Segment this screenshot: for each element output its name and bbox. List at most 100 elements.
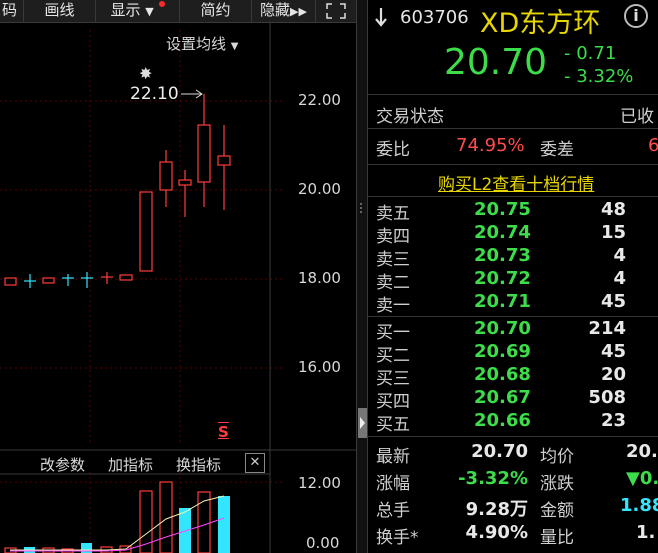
sub-tick-12: 12.00 (298, 474, 341, 492)
stat-value: 20. (626, 441, 658, 462)
l2-upgrade-link[interactable]: 购买L2查看十档行情 (438, 170, 594, 195)
order-price: 20.70 (474, 318, 531, 339)
toolbar-hide-label: 隐藏 (260, 1, 291, 19)
switch-indicator-button[interactable]: 换指标 (176, 454, 221, 475)
order-label: 买四 (376, 392, 410, 412)
notification-dot-icon (158, 1, 165, 7)
stat-label: 换手* (376, 528, 419, 548)
price-change: - 0.71 (564, 43, 617, 64)
price-tick-16: 16.00 (298, 358, 341, 376)
weibi-label: 委比 (376, 140, 410, 160)
weicha-value: 6 (648, 135, 658, 156)
chevron-down-icon: ▼ (230, 41, 239, 52)
stats-row: 换手* 4.90% 量比 1. (368, 522, 658, 549)
stat-label: 涨幅 (376, 474, 410, 494)
add-indicator-button[interactable]: 加指标 (108, 454, 153, 475)
order-price: 20.75 (474, 199, 531, 220)
stat-value: 4.90% (465, 522, 528, 543)
toolbar-item-draw[interactable]: 画线 (24, 0, 96, 22)
order-row[interactable]: 买三 20.68 20 (368, 364, 658, 389)
toolbar-display-label: 显示 (110, 1, 141, 19)
double-chevron-right-icon: ▶▶ (290, 5, 307, 18)
high-star-icon: ✸ (139, 64, 153, 83)
stat-label: 金额 (540, 501, 574, 521)
stat-label: 最新 (376, 447, 410, 467)
toolbar-item-simple[interactable]: 简约 (180, 0, 252, 22)
order-row[interactable]: 买四 20.67 508 (368, 387, 658, 412)
order-label: 卖三 (376, 250, 410, 270)
order-volume: 508 (588, 387, 626, 408)
order-price: 20.72 (474, 268, 531, 289)
sub-tick-0: 0.00 (306, 534, 340, 552)
order-volume: 4 (613, 245, 626, 266)
order-row[interactable]: 卖二 20.72 4 (368, 268, 658, 293)
order-row[interactable]: 卖四 20.74 15 (368, 222, 658, 247)
stat-value: 1. (636, 522, 656, 543)
stat-value: 20.70 (471, 441, 528, 462)
collapse-panel-button[interactable] (358, 408, 367, 438)
order-label: 买三 (376, 369, 410, 389)
order-label: 买五 (376, 415, 410, 435)
trade-status-value: 已收 (620, 107, 654, 127)
order-label: 卖二 (376, 273, 410, 293)
order-row[interactable]: 卖五 20.75 48 (368, 199, 658, 224)
toolbar-item-hide[interactable]: 隐藏▶▶ (252, 0, 316, 22)
stat-value: ▼0. (626, 468, 658, 489)
price-tick-22: 22.00 (298, 91, 341, 109)
order-price: 20.68 (474, 364, 531, 385)
order-label: 卖五 (376, 204, 410, 224)
order-volume: 23 (600, 410, 626, 431)
stats-row: 最新 20.70 均价 20. (368, 441, 658, 468)
stats-row: 总手 9.28万 金额 1.88 (368, 495, 658, 522)
order-row[interactable]: 买二 20.69 45 (368, 341, 658, 366)
order-volume: 45 (600, 341, 626, 362)
panel-splitter[interactable] (356, 0, 368, 553)
order-row[interactable]: 卖一 20.71 45 (368, 291, 658, 316)
chart-toolbar: 码 画线 显示 ▼ 简约 隐藏▶▶ (0, 0, 356, 23)
order-price: 20.69 (474, 341, 531, 362)
trade-status-label: 交易状态 (376, 107, 444, 127)
stat-value: 9.28万 (465, 499, 528, 520)
order-label: 卖一 (376, 296, 410, 316)
close-indicator-button[interactable]: ✕ (245, 453, 265, 473)
order-row[interactable]: 买五 20.66 23 (368, 410, 658, 435)
s-marker: S (218, 423, 229, 441)
stat-label: 量比 (540, 528, 574, 548)
order-volume: 15 (600, 222, 626, 243)
stock-code: 603706 (400, 7, 469, 28)
sell-order-book: 卖五 20.75 48 卖四 20.74 15 卖三 20.73 4 卖二 20… (368, 199, 658, 316)
order-price: 20.66 (474, 410, 531, 431)
ma-settings-label: 设置均线 (166, 35, 227, 53)
price-tick-20: 20.00 (298, 180, 341, 198)
order-volume: 4 (613, 268, 626, 289)
quote-panel: 603706 XD东方环 i 20.70 - 0.71 - 3.32% 交易状态… (368, 0, 658, 553)
stat-label: 总手 (376, 501, 410, 521)
order-volume: 20 (600, 364, 626, 385)
caret-right-icon (360, 417, 365, 429)
weibi-value: 74.95% (456, 135, 525, 156)
fullscreen-button[interactable] (316, 0, 356, 22)
stats-row: 涨幅 -3.32% 涨跌 ▼0. (368, 468, 658, 495)
order-label: 买二 (376, 346, 410, 366)
toolbar-item-code[interactable]: 码 (0, 0, 24, 22)
stat-value: 1.88 (620, 495, 658, 516)
order-label: 买一 (376, 323, 410, 343)
weicha-label: 委差 (540, 140, 574, 160)
order-price: 20.74 (474, 222, 531, 243)
volume-bars (4, 481, 230, 553)
arrow-down-icon[interactable] (374, 6, 388, 28)
stat-label: 涨跌 (540, 474, 574, 494)
buy-order-book: 买一 20.70 214 买二 20.69 45 买三 20.68 20 买四 … (368, 318, 658, 435)
stat-value: -3.32% (458, 468, 528, 489)
change-params-button[interactable]: 改参数 (40, 454, 85, 475)
info-icon[interactable]: i (624, 4, 648, 28)
price-change-pct: - 3.32% (564, 66, 634, 87)
toolbar-item-display[interactable]: 显示 ▼ (96, 0, 180, 22)
order-price: 20.71 (474, 291, 531, 312)
stats-grid: 最新 20.70 均价 20. 涨幅 -3.32% 涨跌 ▼0. 总手 9.28… (368, 441, 658, 549)
high-price-marker: 22.10 (130, 84, 179, 104)
order-row[interactable]: 卖三 20.73 4 (368, 245, 658, 270)
candles (4, 94, 231, 288)
order-row[interactable]: 买一 20.70 214 (368, 318, 658, 343)
ma-settings-button[interactable]: 设置均线 ▼ (166, 33, 239, 54)
